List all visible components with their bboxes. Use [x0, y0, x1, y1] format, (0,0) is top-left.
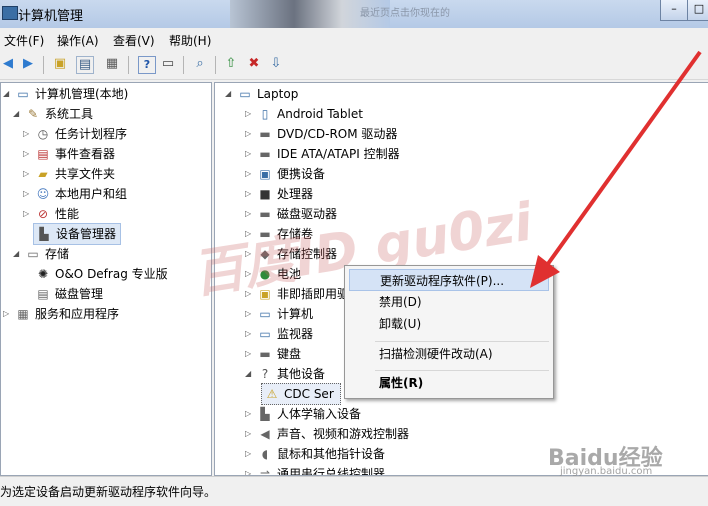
arrow-head [530, 255, 560, 288]
status-text: 为选定设备启动更新驱动程序软件向导。 [0, 485, 217, 499]
status-bar: 为选定设备启动更新驱动程序软件向导。 [0, 476, 708, 506]
annotation-arrow [530, 50, 702, 288]
arrow-shaft [543, 50, 702, 270]
